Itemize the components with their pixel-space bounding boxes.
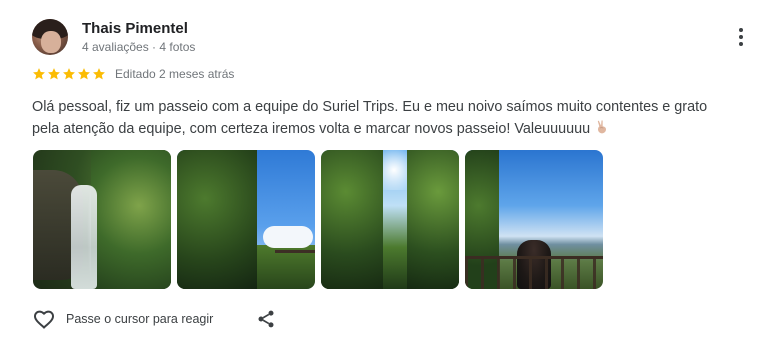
victory-hand-icon <box>597 120 607 134</box>
star-icon <box>33 68 45 80</box>
review-photo-forest-sky[interactable] <box>177 150 315 289</box>
reaction-bar: Passe o cursor para reagir <box>32 307 213 331</box>
photo-gallery <box>33 150 603 289</box>
star-icon <box>93 68 105 80</box>
more-vertical-icon <box>739 28 743 32</box>
review-photo-canopy[interactable] <box>321 150 459 289</box>
rating-row: Editado 2 meses atrás <box>32 67 234 81</box>
more-options-button[interactable] <box>731 26 751 48</box>
reviewer-name[interactable]: Thais Pimentel <box>82 20 188 37</box>
edited-timestamp: Editado 2 meses atrás <box>115 67 235 81</box>
star-icon <box>78 68 90 80</box>
star-rating <box>32 67 106 81</box>
reviewer-meta: 4 avaliações · 4 fotos <box>82 40 196 54</box>
review-photo-waterfall[interactable] <box>33 150 171 289</box>
avatar[interactable] <box>32 19 68 55</box>
heart-outline-icon[interactable] <box>32 307 56 331</box>
review-photo-couple-viewpoint[interactable] <box>465 150 603 289</box>
review-text: Olá pessoal, fiz um passeio com a equipe… <box>32 96 732 140</box>
star-icon <box>63 68 75 80</box>
star-icon <box>48 68 60 80</box>
avatar-face <box>41 31 61 53</box>
react-label[interactable]: Passe o cursor para reagir <box>66 312 213 326</box>
share-icon[interactable] <box>256 308 276 330</box>
